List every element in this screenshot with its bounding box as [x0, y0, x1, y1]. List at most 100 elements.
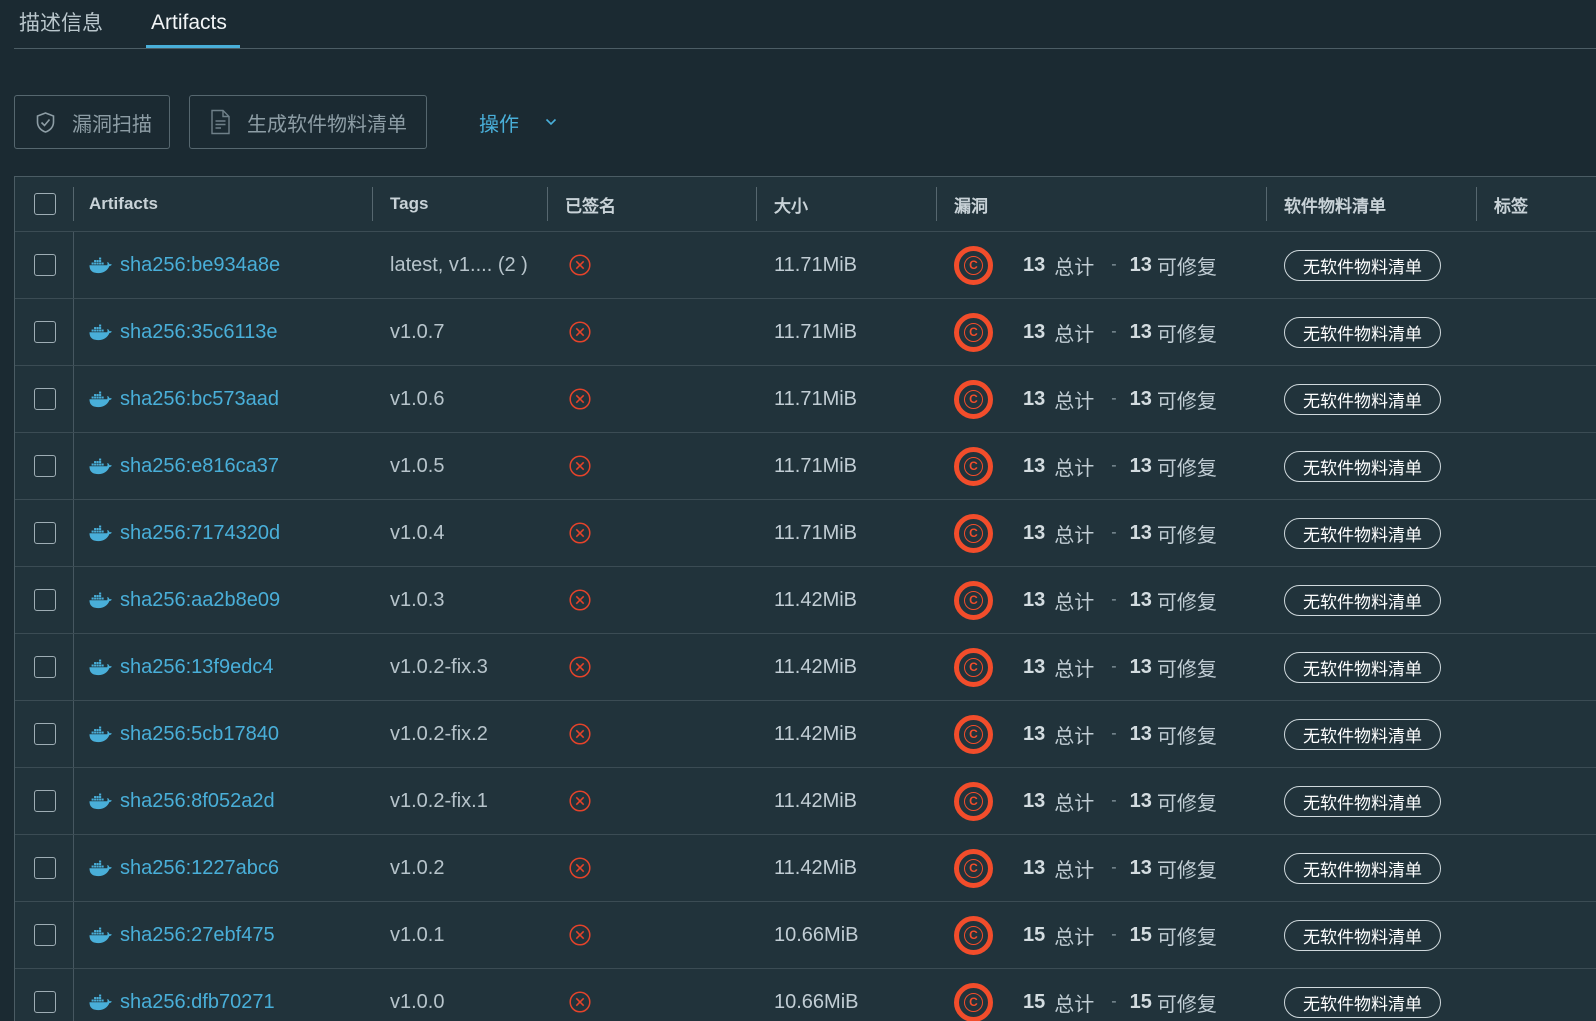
vulnerability-summary[interactable]: C 13 总计 - 13 可修复 — [954, 446, 1217, 486]
vulnerability-summary[interactable]: C 13 总计 - 13 可修复 — [954, 312, 1217, 352]
circle-x-icon — [569, 656, 591, 678]
row-checkbox[interactable] — [34, 857, 56, 879]
artifact-cell: sha256:e816ca37 — [73, 433, 372, 499]
column-header-artifacts[interactable]: Artifacts — [73, 177, 372, 231]
vuln-fixable-count: 13 — [1129, 320, 1152, 343]
vulnerability-summary[interactable]: C 13 总计 - 13 可修复 — [954, 379, 1217, 419]
generate-sbom-button[interactable]: 生成软件物料清单 — [189, 95, 427, 149]
vuln-total-count: 13 — [1023, 521, 1046, 544]
vuln-fixable-count: 13 — [1129, 387, 1152, 410]
vulnerability-summary[interactable]: C 13 总计 - 13 可修复 — [954, 781, 1217, 821]
artifact-digest-link[interactable]: sha256:35c6113e — [120, 321, 278, 344]
vulnerability-summary[interactable]: C 13 总计 - 13 可修复 — [954, 580, 1217, 620]
labels-cell — [1476, 433, 1596, 499]
artifact-digest-link[interactable]: sha256:aa2b8e09 — [120, 589, 280, 612]
sbom-cell: 无软件物料清单 — [1266, 232, 1476, 298]
column-resize-handle[interactable] — [936, 187, 937, 221]
vuln-fixable-label: 可修复 — [1156, 323, 1217, 346]
row-checkbox[interactable] — [34, 656, 56, 678]
sbom-cell: 无软件物料清单 — [1266, 366, 1476, 432]
column-header-sbom[interactable]: 软件物料清单 — [1266, 177, 1476, 231]
artifact-digest-link[interactable]: sha256:8f052a2d — [120, 790, 275, 813]
labels-cell — [1476, 701, 1596, 767]
docker-icon — [89, 525, 112, 542]
artifact-digest-link[interactable]: sha256:bc573aad — [120, 388, 279, 411]
column-resize-handle[interactable] — [372, 187, 373, 221]
critical-severity-icon: C — [954, 446, 993, 486]
row-checkbox[interactable] — [34, 455, 56, 477]
artifact-digest-link[interactable]: sha256:1227abc6 — [120, 857, 279, 880]
tab-artifacts[interactable]: Artifacts — [146, 0, 240, 48]
tab-description[interactable]: 描述信息 — [19, 0, 103, 48]
size-cell: 11.71MiB — [756, 366, 936, 432]
artifact-digest-link[interactable]: sha256:be934a8e — [120, 254, 280, 277]
row-checkbox[interactable] — [34, 522, 56, 544]
tags-cell: v1.0.0 — [372, 969, 547, 1021]
critical-severity-icon: C — [954, 379, 993, 419]
row-select-cell — [15, 701, 73, 767]
vuln-separator: - — [1111, 725, 1117, 742]
scan-vulnerability-button[interactable]: 漏洞扫描 — [14, 95, 170, 149]
vulnerability-summary[interactable]: C 13 总计 - 13 可修复 — [954, 245, 1217, 285]
column-resize-handle[interactable] — [547, 187, 548, 221]
row-checkbox[interactable] — [34, 254, 56, 276]
artifact-digest-link[interactable]: sha256:27ebf475 — [120, 924, 275, 947]
artifact-digest-link[interactable]: sha256:13f9edc4 — [120, 656, 273, 679]
column-header-size[interactable]: 大小 — [756, 177, 936, 231]
circle-x-icon — [569, 254, 591, 276]
size-cell: 11.42MiB — [756, 701, 936, 767]
artifact-tags: v1.0.3 — [390, 588, 445, 611]
row-checkbox[interactable] — [34, 924, 56, 946]
column-resize-handle[interactable] — [1476, 187, 1477, 221]
column-header-label: Tags — [390, 194, 429, 213]
row-select-cell — [15, 433, 73, 499]
vuln-separator: - — [1111, 457, 1117, 474]
signed-cell — [547, 500, 756, 566]
vulnerability-summary[interactable]: C 15 总计 - 15 可修复 — [954, 982, 1217, 1021]
vuln-fixable-count: 13 — [1129, 722, 1152, 745]
table-row: sha256:5cb17840 v1.0.2-fix.2 11.42MiB C … — [15, 701, 1596, 768]
artifact-tags: v1.0.1 — [390, 923, 445, 946]
tags-cell: v1.0.2-fix.1 — [372, 768, 547, 834]
labels-cell — [1476, 500, 1596, 566]
row-checkbox[interactable] — [34, 723, 56, 745]
vulnerability-summary[interactable]: C 13 总计 - 13 可修复 — [954, 848, 1217, 888]
tags-cell: latest, v1.... (2 ) — [372, 232, 547, 298]
column-header-vulnerabilities[interactable]: 漏洞 — [936, 177, 1266, 231]
column-resize-handle[interactable] — [73, 187, 74, 221]
vuln-fixable-count: 13 — [1129, 588, 1152, 611]
vulnerability-summary[interactable]: C 13 总计 - 13 可修复 — [954, 647, 1217, 687]
column-header-signed[interactable]: 已签名 — [547, 177, 756, 231]
actions-dropdown[interactable]: 操作 — [479, 95, 557, 149]
row-checkbox[interactable] — [34, 388, 56, 410]
artifact-size: 11.71MiB — [774, 454, 858, 477]
artifact-digest-link[interactable]: sha256:7174320d — [120, 522, 280, 545]
actions-dropdown-label: 操作 — [479, 113, 519, 136]
column-header-label: Artifacts — [89, 194, 158, 213]
column-header-tags[interactable]: Tags — [372, 177, 547, 231]
column-header-labels[interactable]: 标签 — [1476, 177, 1596, 231]
artifact-digest-link[interactable]: sha256:dfb70271 — [120, 991, 275, 1014]
column-resize-handle[interactable] — [1266, 187, 1267, 221]
artifact-digest-link[interactable]: sha256:e816ca37 — [120, 455, 279, 478]
vuln-fixable-label: 可修复 — [1156, 390, 1217, 413]
vulnerability-summary[interactable]: C 13 总计 - 13 可修复 — [954, 513, 1217, 553]
artifact-cell: sha256:27ebf475 — [73, 902, 372, 968]
select-all-checkbox[interactable] — [34, 193, 56, 215]
size-cell: 11.71MiB — [756, 232, 936, 298]
chevron-down-icon — [545, 118, 557, 126]
row-checkbox[interactable] — [34, 589, 56, 611]
signed-cell — [547, 634, 756, 700]
artifact-digest-link[interactable]: sha256:5cb17840 — [120, 723, 279, 746]
row-checkbox[interactable] — [34, 321, 56, 343]
table-row: sha256:aa2b8e09 v1.0.3 11.42MiB C 13 总计 — [15, 567, 1596, 634]
vulnerability-summary[interactable]: C 13 总计 - 13 可修复 — [954, 714, 1217, 754]
vuln-total-label: 总计 — [1054, 390, 1095, 413]
vulnerability-summary[interactable]: C 15 总计 - 15 可修复 — [954, 915, 1217, 955]
artifact-tags: latest, v1.... (2 ) — [390, 253, 528, 276]
row-checkbox[interactable] — [34, 991, 56, 1013]
column-resize-handle[interactable] — [756, 187, 757, 221]
severity-letter: C — [964, 791, 983, 811]
vuln-total-count: 13 — [1023, 320, 1046, 343]
row-checkbox[interactable] — [34, 790, 56, 812]
